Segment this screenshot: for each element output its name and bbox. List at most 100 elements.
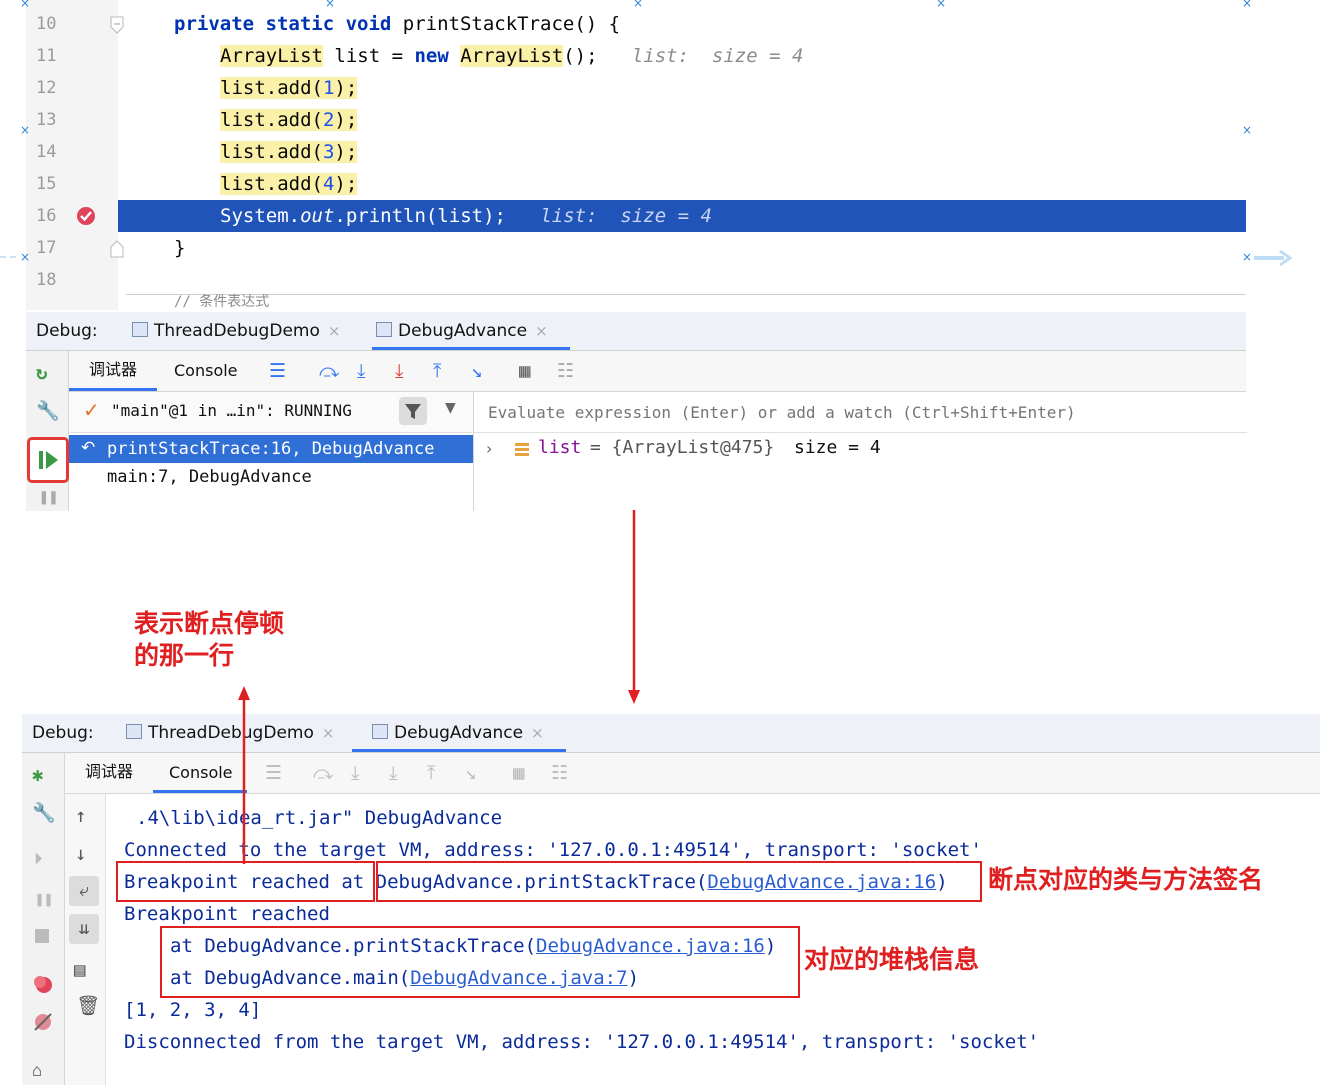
wrench-icon[interactable]: 🔧 — [36, 393, 60, 429]
close-icon[interactable]: × — [322, 724, 335, 742]
tab-debugadvance[interactable]: DebugAdvance × — [372, 714, 544, 752]
rerun-icon[interactable]: ↻ — [36, 355, 47, 391]
step-into-icon[interactable]: ⤓ — [351, 755, 359, 791]
soft-wrap-icon[interactable]: ⤶ — [69, 876, 99, 906]
resume-icon[interactable]: ⏵ — [34, 841, 43, 877]
active-subtab-indicator — [153, 790, 247, 793]
step-into-icon[interactable]: ⤓ — [357, 353, 365, 389]
code-line-14: list.add(3); — [220, 141, 358, 163]
line-number: 15 — [36, 174, 57, 194]
thread-selector[interactable]: ✓ "main"@1 in …in": RUNNING ▼ — [69, 392, 473, 433]
view-breakpoints-icon[interactable] — [32, 973, 54, 995]
step-out-icon[interactable]: ⤒ — [427, 755, 435, 791]
pause-icon[interactable]: ❚❚ — [39, 479, 58, 515]
annotation-stack: 对应的堆栈信息 — [804, 945, 980, 974]
evaluate-expression-input[interactable] — [486, 398, 1230, 426]
marker-icon: × — [1242, 0, 1253, 10]
code-line-16: System.out.println(list); list: size = 4 — [220, 205, 712, 227]
menu-icon[interactable]: ☰ — [265, 755, 282, 791]
breakpoint-icon[interactable] — [76, 206, 96, 226]
mute-breakpoints-icon[interactable] — [32, 1011, 54, 1033]
console-line: .4\lib\idea_rt.jar" DebugAdvance — [136, 807, 503, 829]
stop-icon[interactable] — [35, 929, 49, 943]
marker-icon: × — [325, 0, 336, 10]
code-line-19-partial: // 条件表达式 — [174, 294, 270, 310]
print-icon[interactable]: ▤ — [74, 952, 85, 988]
highlight-box-breakpoint — [116, 861, 375, 902]
marker-icon: × — [633, 0, 644, 10]
marker-icon: × — [20, 0, 31, 10]
debug-toolbar-bottom: 调试器 Console ☰ ⤼ ⤓ ⤓ ⤒ ↘ ▦ ☷ — [65, 753, 1320, 794]
tab-debugger[interactable]: 调试器 — [85, 753, 133, 791]
watch-panel — [473, 392, 1247, 433]
thread-status: "main"@1 in …in": RUNNING — [111, 401, 352, 420]
active-tab-indicator — [352, 749, 566, 752]
filter-button[interactable] — [399, 397, 427, 425]
step-over-icon[interactable]: ⤼ — [313, 755, 333, 791]
close-icon[interactable]: × — [535, 322, 548, 340]
tab-threaddebugdemo[interactable]: ThreadDebugDemo × — [132, 312, 340, 350]
marker-icon: × — [1242, 250, 1253, 264]
run-to-cursor-icon[interactable]: ↘ — [465, 755, 476, 791]
chevron-down-icon[interactable]: ▼ — [445, 400, 456, 416]
resume-icon — [39, 451, 58, 469]
tab-threaddebugdemo[interactable]: ThreadDebugDemo × — [126, 714, 334, 752]
run-to-cursor-icon[interactable]: ↘ — [471, 353, 482, 389]
resume-program-button[interactable] — [27, 437, 69, 483]
scroll-to-end-icon[interactable]: ⇊ — [69, 914, 99, 944]
return-icon: ↶ — [81, 438, 96, 458]
class-icon — [132, 322, 148, 337]
variable-name[interactable]: list — [538, 437, 581, 458]
method-separator — [126, 294, 1246, 295]
camera-icon[interactable]: ⌂ — [32, 1053, 42, 1089]
menu-icon[interactable]: ☰ — [269, 353, 286, 389]
code-line-15: list.add(4); — [220, 173, 358, 195]
variable-value: = {ArrayList@475} — [590, 437, 775, 458]
active-subtab-indicator — [69, 388, 157, 391]
line-number: 12 — [36, 78, 57, 98]
scroll-down-icon[interactable]: ↓ — [75, 836, 86, 872]
close-icon[interactable]: × — [531, 724, 544, 742]
debug-tabbar: Debug: ThreadDebugDemo × DebugAdvance × — [26, 312, 1246, 351]
code-line-17: } — [174, 237, 186, 259]
pause-icon[interactable]: ❚❚ — [35, 881, 53, 917]
tab-console[interactable]: Console — [169, 754, 233, 792]
line-number: 14 — [36, 142, 57, 162]
close-icon[interactable]: × — [328, 322, 341, 340]
evaluate-icon[interactable]: ▦ — [513, 755, 524, 791]
wrench-icon[interactable]: 🔧 — [32, 795, 56, 831]
debug-sidebar: ↻ 🔧 ❚❚ — [26, 351, 69, 511]
arrow-right-icon — [1254, 249, 1293, 267]
class-icon — [372, 724, 388, 739]
evaluate-icon[interactable]: ▦ — [519, 353, 530, 389]
force-step-into-icon[interactable]: ⤓ — [395, 353, 403, 389]
console-line: [1, 2, 3, 4] — [124, 999, 262, 1021]
marker-icon: × — [1242, 123, 1253, 137]
editor-gutter: 10 11 12 13 14 15 16 17 18 — [26, 0, 124, 310]
fold-icon[interactable] — [110, 16, 124, 34]
console-line: Disconnected from the target VM, address… — [124, 1031, 1040, 1053]
trace-icon[interactable]: ☷ — [557, 353, 574, 389]
frames-list: ↶ printStackTrace:16, DebugAdvance main:… — [69, 433, 474, 511]
line-number: 10 — [36, 14, 57, 34]
inline-value: list: size = 4 — [540, 205, 712, 227]
variables-panel: › list = {ArrayList@475} size = 4 — [474, 433, 1246, 473]
field-icon — [515, 443, 529, 456]
marker-icon: × — [20, 123, 31, 137]
tab-debugadvance[interactable]: DebugAdvance × — [376, 312, 548, 350]
scroll-up-icon[interactable]: ↑ — [75, 798, 86, 834]
expand-arrow-icon[interactable]: › — [486, 439, 492, 458]
step-over-icon[interactable]: ⤼ — [319, 353, 339, 389]
frame-item-selected[interactable]: ↶ printStackTrace:16, DebugAdvance — [69, 435, 473, 463]
trace-icon[interactable]: ☷ — [551, 755, 568, 791]
fold-end-icon[interactable] — [110, 240, 124, 258]
tab-debugger[interactable]: 调试器 — [89, 351, 137, 389]
trash-icon[interactable]: 🗑 — [76, 988, 100, 1024]
debug-bug-icon[interactable]: ✱ — [32, 757, 43, 793]
step-out-icon[interactable]: ⤒ — [433, 353, 441, 389]
tab-console[interactable]: Console — [174, 352, 238, 390]
force-step-into-icon[interactable]: ⤓ — [389, 755, 397, 791]
code-line-12: list.add(1); — [220, 77, 358, 99]
frame-item[interactable]: main:7, DebugAdvance — [107, 467, 312, 487]
debug-toolbar: 调试器 Console ☰ ⤼ ⤓ ⤓ ⤒ ↘ ▦ ☷ — [69, 351, 1246, 392]
